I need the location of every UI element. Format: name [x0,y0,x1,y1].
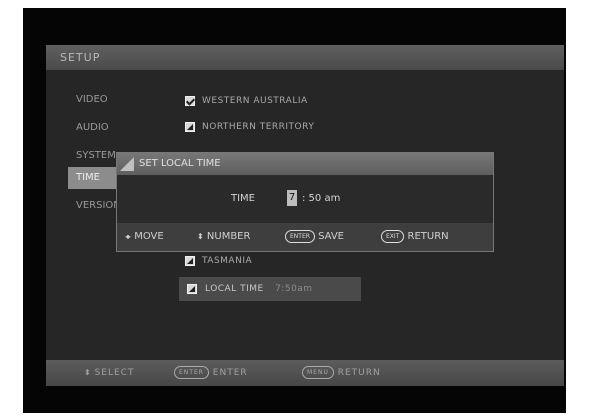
region-tasmania[interactable]: TASMANIA [178,251,368,271]
return-label: RETURN [337,368,381,378]
sidebar-item-audio[interactable]: AUDIO [68,117,172,139]
set-local-time-dialog: SET LOCAL TIME TIME 7 : 50 am ◂▸ MOVE ⬍ … [116,152,494,252]
time-label: TIME [231,193,256,204]
checkbox-checked-icon[interactable] [185,96,195,106]
save-hint: ENTER SAVE [285,223,344,251]
corner-icon [120,157,134,171]
checkbox-icon[interactable] [187,284,197,294]
local-time-value: 7:50am [275,284,313,294]
up-down-arrows-icon: ⬍ [84,368,91,377]
enter-hint: ENTER ENTER [174,360,248,386]
menu-key-icon: MENU [302,366,334,379]
return-hint: EXIT RETURN [381,223,449,251]
region-label: TASMANIA [202,256,253,266]
number-hint: ⬍ NUMBER [197,223,250,251]
dialog-title-text: SET LOCAL TIME [139,158,221,169]
select-label: SELECT [94,368,135,378]
setup-title: SETUP [46,45,564,70]
minute-ampm[interactable]: : 50 am [302,193,340,204]
region-northern-territory[interactable]: NORTHERN TERRITORY [178,117,368,137]
dialog-title: SET LOCAL TIME [117,153,493,175]
up-down-arrows-icon: ⬍ [197,232,204,241]
checkbox-icon[interactable] [185,256,195,266]
move-label: MOVE [134,231,164,242]
hour-field[interactable]: 7 [287,190,297,206]
enter-label: ENTER [212,368,248,378]
region-label: NORTHERN TERRITORY [202,122,315,132]
number-label: NUMBER [206,231,251,242]
enter-key-icon: ENTER [174,366,209,379]
left-right-arrows-icon: ◂▸ [125,232,131,241]
save-label: SAVE [318,231,344,242]
sidebar-item-video[interactable]: VIDEO [68,89,172,111]
local-time-label: LOCAL TIME [205,284,264,294]
region-label: WESTERN AUSTRALIA [202,96,308,106]
local-time-row[interactable]: LOCAL TIME 7:50am [179,277,361,301]
exit-key-icon: EXIT [381,229,405,243]
bottom-help-bar: ⬍ SELECT ENTER ENTER MENU RETURN [46,360,564,386]
select-hint: ⬍ SELECT [84,360,134,386]
enter-key-icon: ENTER [285,229,315,243]
dialog-footer: ◂▸ MOVE ⬍ NUMBER ENTER SAVE EXIT RETURN [117,223,493,251]
region-western-australia[interactable]: WESTERN AUSTRALIA [178,91,368,111]
return-label: RETURN [407,231,449,242]
return-hint: MENU RETURN [302,360,381,386]
move-hint: ◂▸ MOVE [125,223,164,251]
dialog-body: TIME 7 : 50 am [117,175,493,223]
checkbox-icon[interactable] [185,122,195,132]
